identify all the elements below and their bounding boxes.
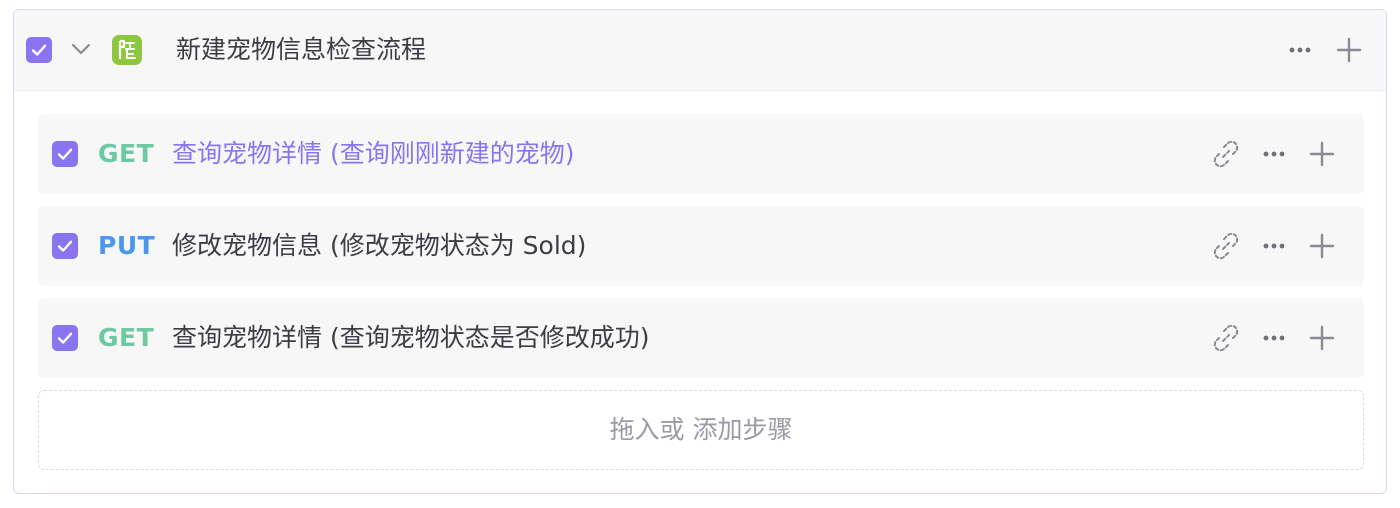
step-name[interactable]: 查询宠物详情 (查询刚刚新建的宠物) — [172, 136, 574, 172]
step-group-icon — [112, 35, 142, 65]
more-icon — [1263, 243, 1285, 249]
group-header[interactable]: 新建宠物信息检查流程 — [14, 10, 1386, 91]
more-icon — [1263, 151, 1285, 157]
test-scenario-group: 新建宠物信息检查流程 GET 查询宠物详情 (查询刚刚新建的宠物) PUT 修改… — [13, 9, 1387, 494]
unlink-icon — [1213, 232, 1239, 260]
unlink-button[interactable] — [1211, 231, 1241, 261]
step-row[interactable]: GET 查询宠物详情 (查询宠物状态是否修改成功) — [38, 298, 1364, 378]
step-row[interactable]: PUT 修改宠物信息 (修改宠物状态为 Sold) — [38, 206, 1364, 286]
plus-icon — [1309, 233, 1335, 259]
group-checkbox[interactable] — [26, 37, 52, 63]
unlink-icon — [1213, 140, 1239, 168]
step-add-button[interactable] — [1307, 231, 1337, 261]
more-icon — [1263, 335, 1285, 341]
step-name[interactable]: 查询宠物详情 (查询宠物状态是否修改成功) — [172, 320, 649, 356]
group-title[interactable]: 新建宠物信息检查流程 — [176, 34, 426, 66]
step-more-button[interactable] — [1259, 231, 1289, 261]
plus-icon — [1309, 141, 1335, 167]
http-method-badge: PUT — [98, 231, 156, 260]
more-icon — [1289, 47, 1311, 53]
group-add-button[interactable] — [1334, 35, 1364, 65]
chevron-down-icon[interactable] — [70, 41, 92, 57]
plus-icon — [1336, 37, 1362, 63]
unlink-button[interactable] — [1211, 139, 1241, 169]
step-add-button[interactable] — [1307, 323, 1337, 353]
step-more-button[interactable] — [1259, 139, 1289, 169]
check-icon — [31, 44, 47, 56]
check-icon — [57, 148, 73, 160]
step-checkbox[interactable] — [52, 325, 78, 351]
step-row[interactable]: GET 查询宠物详情 (查询刚刚新建的宠物) — [38, 114, 1364, 194]
check-icon — [57, 240, 73, 252]
step-add-button[interactable] — [1307, 139, 1337, 169]
step-checkbox[interactable] — [52, 141, 78, 167]
step-more-button[interactable] — [1259, 323, 1289, 353]
http-method-badge: GET — [98, 323, 155, 352]
step-checkbox[interactable] — [52, 233, 78, 259]
group-more-button[interactable] — [1285, 35, 1315, 65]
unlink-button[interactable] — [1211, 323, 1241, 353]
http-method-badge: GET — [98, 139, 155, 168]
add-step-label[interactable]: 拖入或 添加步骤 — [39, 411, 1363, 449]
add-step-dropzone[interactable]: 拖入或 添加步骤 — [38, 390, 1364, 470]
step-name[interactable]: 修改宠物信息 (修改宠物状态为 Sold) — [172, 228, 586, 264]
plus-icon — [1309, 325, 1335, 351]
check-icon — [57, 332, 73, 344]
unlink-icon — [1213, 324, 1239, 352]
